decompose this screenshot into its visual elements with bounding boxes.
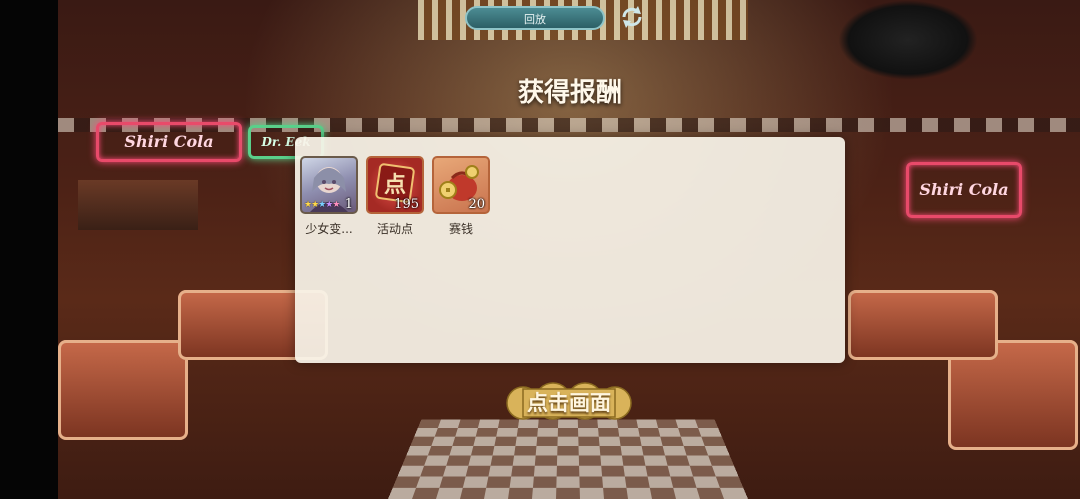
tap-screen-label: 点击画面 [527, 390, 611, 415]
replay-button[interactable]: 回放 [465, 6, 605, 30]
left-black-bar [0, 0, 58, 499]
booth-right-back [848, 290, 998, 360]
reward-item[interactable]: 20 赛钱 [432, 156, 494, 237]
star-rating-icon: ★★★★★ [304, 200, 340, 210]
reward-name: 少女变... [305, 222, 353, 236]
reward-count: 1 [344, 197, 353, 212]
event-point-icon: 点 195 [366, 156, 424, 214]
reward-title: 获得报酬 [517, 78, 622, 108]
booth-left [58, 340, 188, 440]
coin-purse-icon: 20 [432, 156, 490, 214]
reward-name: 活动点 [376, 222, 413, 236]
reward-item[interactable]: ★★★★★ 1 少女变... [300, 156, 362, 237]
reward-count: 20 [468, 197, 485, 212]
motorcycle-decor [838, 0, 978, 80]
reward-item[interactable]: 点 195 活动点 [366, 156, 428, 237]
refresh-icon[interactable] [618, 3, 646, 31]
reward-name: 赛钱 [448, 222, 473, 236]
checkered-floor [388, 419, 748, 499]
tap-screen-button[interactable]: 点击画面 [503, 381, 635, 425]
svg-text:点: 点 [384, 172, 406, 198]
neon-sign-left: Shiri Cola [96, 122, 242, 162]
character-portrait-icon: ★★★★★ 1 [300, 156, 358, 214]
reward-panel: ★★★★★ 1 少女变... 点 195 活动点 20 赛钱 [295, 137, 845, 363]
counter-shelf [78, 180, 198, 230]
reward-count: 195 [394, 197, 419, 212]
neon-sign-right: Shiri Cola [906, 162, 1022, 218]
